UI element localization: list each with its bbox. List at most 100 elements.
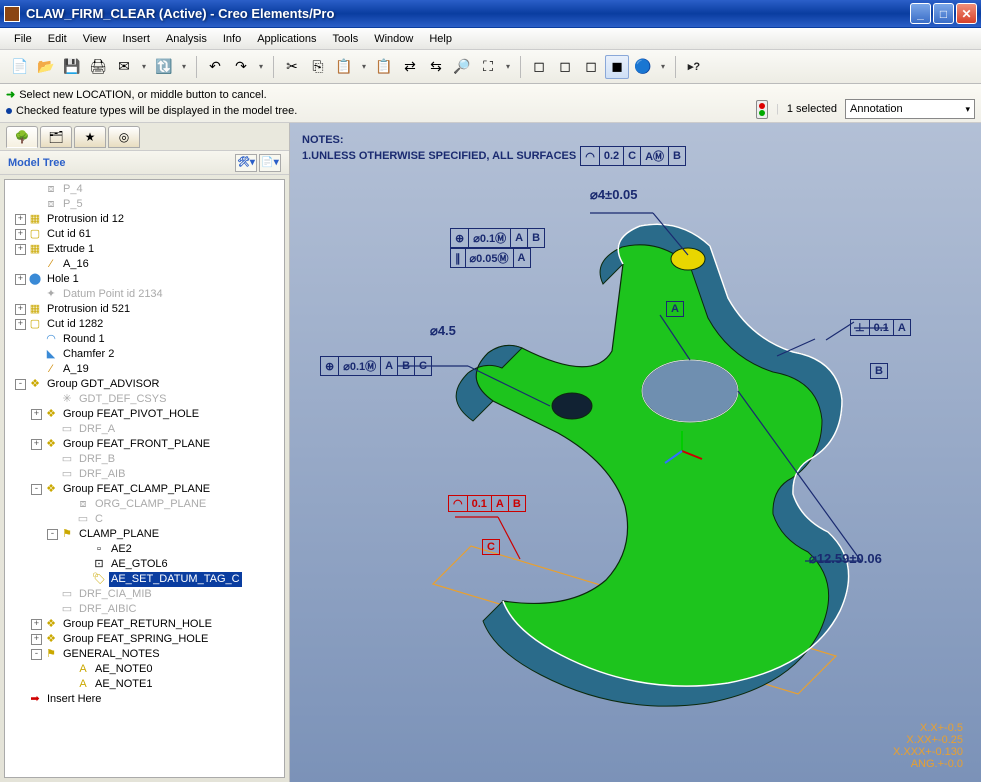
copy-props-button[interactable]: ⇄ <box>398 55 422 79</box>
tree-item[interactable]: AAE_NOTE0 <box>7 662 282 677</box>
tree-item[interactable]: -❖Group GDT_ADVISOR <box>7 377 282 392</box>
mail-dropdown[interactable]: ▾ <box>138 62 150 71</box>
appearance-dropdown[interactable]: ▾ <box>657 62 669 71</box>
favorites-tab[interactable]: ★ <box>74 126 106 148</box>
prot-icon: ▦ <box>28 213 42 227</box>
tree-item[interactable]: +⬤Hole 1 <box>7 272 282 287</box>
tree-toggle[interactable]: + <box>31 409 42 420</box>
selection-filter-dropdown[interactable]: Annotation ▾ <box>845 99 975 119</box>
tree-item[interactable]: -❖Group FEAT_CLAMP_PLANE <box>7 482 282 497</box>
tree-item[interactable]: ⧈ORG_CLAMP_PLANE <box>7 497 282 512</box>
copy-button[interactable]: ⎘ <box>306 55 330 79</box>
help-button[interactable]: ▸? <box>682 55 706 79</box>
tree-item[interactable]: ▭DRF_B <box>7 452 282 467</box>
menu-analysis[interactable]: Analysis <box>158 30 215 48</box>
paste-dropdown[interactable]: ▾ <box>358 62 370 71</box>
tree-item[interactable]: ➡Insert Here <box>7 692 282 707</box>
menu-insert[interactable]: Insert <box>114 30 158 48</box>
tree-item[interactable]: ✳GDT_DEF_CSYS <box>7 392 282 407</box>
tree-item[interactable]: -⚑CLAMP_PLANE <box>7 527 282 542</box>
tree-item[interactable]: +▢Cut id 1282 <box>7 317 282 332</box>
maximize-button[interactable]: □ <box>933 3 954 24</box>
menu-help[interactable]: Help <box>421 30 460 48</box>
tree-item[interactable]: AAE_NOTE1 <box>7 677 282 692</box>
select-dropdown[interactable]: ▾ <box>502 62 514 71</box>
tree-toggle[interactable]: + <box>15 229 26 240</box>
tree-item[interactable]: ▫AE2 <box>7 542 282 557</box>
tree-item[interactable]: ▭DRF_AIBIC <box>7 602 282 617</box>
tree-toggle[interactable]: + <box>31 439 42 450</box>
tree-toggle[interactable]: + <box>15 304 26 315</box>
save-button[interactable]: 💾 <box>60 55 84 79</box>
model-tree[interactable]: ⧈P_4⧈P_5+▦Protrusion id 12+▢Cut id 61+▦E… <box>4 179 285 778</box>
menu-view[interactable]: View <box>75 30 115 48</box>
tree-item[interactable]: -⚑GENERAL_NOTES <box>7 647 282 662</box>
tree-item[interactable]: +❖Group FEAT_FRONT_PLANE <box>7 437 282 452</box>
settings-button[interactable]: 🛠▾ <box>235 154 257 172</box>
print-button[interactable]: 🖨 <box>86 55 110 79</box>
move-button[interactable]: ⇆ <box>424 55 448 79</box>
display-shaded-button[interactable]: ◼ <box>605 55 629 79</box>
cut-button[interactable]: ✂ <box>280 55 304 79</box>
tree-toggle[interactable]: - <box>31 649 42 660</box>
tree-toggle[interactable]: + <box>15 244 26 255</box>
menu-tools[interactable]: Tools <box>325 30 367 48</box>
paste-button[interactable]: 📋 <box>332 55 356 79</box>
regen-dropdown[interactable]: ▾ <box>178 62 190 71</box>
menu-file[interactable]: File <box>6 30 40 48</box>
menu-info[interactable]: Info <box>215 30 249 48</box>
menu-window[interactable]: Window <box>366 30 421 48</box>
tree-item[interactable]: ◣Chamfer 2 <box>7 347 282 362</box>
tree-item[interactable]: ⧈P_4 <box>7 182 282 197</box>
tree-item[interactable]: ◠Round 1 <box>7 332 282 347</box>
display-hidden-button[interactable]: ◻ <box>553 55 577 79</box>
tree-toggle[interactable]: + <box>15 274 26 285</box>
tree-toggle[interactable]: + <box>31 634 42 645</box>
regenerate-button[interactable]: 🔃 <box>152 55 176 79</box>
tree-item[interactable]: +❖Group FEAT_PIVOT_HOLE <box>7 407 282 422</box>
layertree-tab[interactable]: 🗂 <box>40 126 72 148</box>
tree-toggle[interactable]: - <box>31 484 42 495</box>
tree-item[interactable]: ⧈P_5 <box>7 197 282 212</box>
display-wireframe-button[interactable]: ◻ <box>527 55 551 79</box>
redo-dropdown[interactable]: ▾ <box>255 62 267 71</box>
tree-item[interactable]: +❖Group FEAT_SPRING_HOLE <box>7 632 282 647</box>
tree-toggle[interactable]: - <box>47 529 58 540</box>
paste-special-button[interactable]: 📋 <box>372 55 396 79</box>
modeltree-tab[interactable]: 🌳 <box>6 126 38 148</box>
menu-applications[interactable]: Applications <box>249 30 324 48</box>
tree-item[interactable]: +▦Protrusion id 521 <box>7 302 282 317</box>
tree-item[interactable]: ▭DRF_CIA_MIB <box>7 587 282 602</box>
menu-edit[interactable]: Edit <box>40 30 75 48</box>
tree-item[interactable]: ⊡AE_GTOL6 <box>7 557 282 572</box>
redo-button[interactable]: ↷ <box>229 55 253 79</box>
tree-toggle[interactable]: + <box>31 619 42 630</box>
appearance-button[interactable]: 🔵 <box>631 55 655 79</box>
undo-button[interactable]: ↶ <box>203 55 227 79</box>
tree-item[interactable]: ▭C <box>7 512 282 527</box>
display-nohidden-button[interactable]: ◻ <box>579 55 603 79</box>
minimize-button[interactable]: _ <box>910 3 931 24</box>
graphics-viewport[interactable]: NOTES: 1.UNLESS OTHERWISE SPECIFIED, ALL… <box>290 123 981 782</box>
find-button[interactable]: 🔎 <box>450 55 474 79</box>
target-tab[interactable]: ◎ <box>108 126 140 148</box>
tree-item[interactable]: ▭DRF_AIB <box>7 467 282 482</box>
select-button[interactable]: ⛶ <box>476 55 500 79</box>
tree-item[interactable]: +▢Cut id 61 <box>7 227 282 242</box>
tree-item[interactable]: ⁄A_19 <box>7 362 282 377</box>
mail-button[interactable]: ✉ <box>112 55 136 79</box>
tree-item[interactable]: 🏷AE_SET_DATUM_TAG_C <box>7 572 282 587</box>
tree-item[interactable]: +▦Protrusion id 12 <box>7 212 282 227</box>
close-button[interactable]: ✕ <box>956 3 977 24</box>
tree-item[interactable]: +▦Extrude 1 <box>7 242 282 257</box>
tree-toggle[interactable]: - <box>15 379 26 390</box>
tree-toggle[interactable]: + <box>15 214 26 225</box>
tree-item[interactable]: ✦Datum Point id 2134 <box>7 287 282 302</box>
open-button[interactable]: 📂 <box>34 55 58 79</box>
tree-item[interactable]: ▭DRF_A <box>7 422 282 437</box>
show-button[interactable]: 📄▾ <box>259 154 281 172</box>
tree-item[interactable]: ⁄A_16 <box>7 257 282 272</box>
tree-toggle[interactable]: + <box>15 319 26 330</box>
tree-item[interactable]: +❖Group FEAT_RETURN_HOLE <box>7 617 282 632</box>
new-button[interactable]: 📄 <box>8 55 32 79</box>
